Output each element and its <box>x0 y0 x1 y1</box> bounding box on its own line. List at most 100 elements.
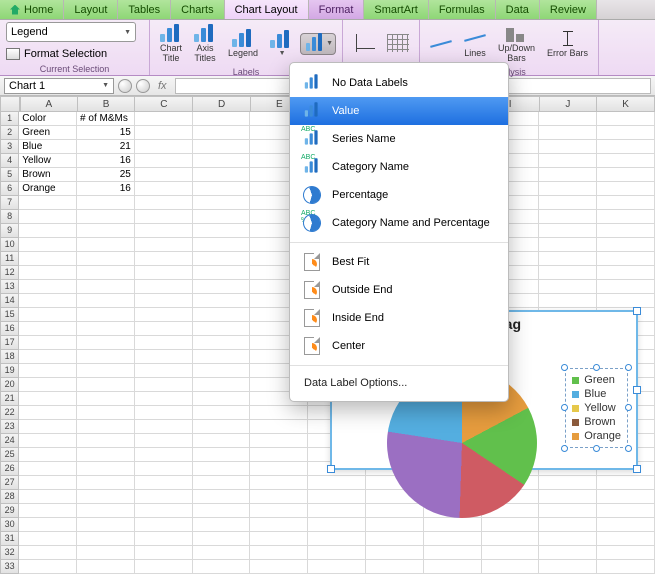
cell[interactable] <box>539 224 597 238</box>
row-header[interactable]: 3 <box>0 140 19 154</box>
column-header[interactable]: K <box>597 96 655 112</box>
cell[interactable] <box>424 518 482 532</box>
cell[interactable] <box>597 140 655 154</box>
cell[interactable] <box>539 168 597 182</box>
legend-item[interactable]: Orange <box>572 429 621 443</box>
menu-category-and-percentage[interactable]: ABC % Category Name and Percentage <box>290 209 508 237</box>
cell[interactable] <box>193 364 251 378</box>
cell[interactable] <box>193 490 251 504</box>
cell[interactable] <box>250 476 308 490</box>
column-header[interactable]: C <box>135 96 193 112</box>
cell[interactable] <box>19 476 77 490</box>
cell[interactable] <box>539 266 597 280</box>
cell[interactable] <box>193 126 251 140</box>
row-header[interactable]: 26 <box>0 462 19 476</box>
cell[interactable] <box>193 378 251 392</box>
cell[interactable]: # of M&Ms <box>77 112 135 126</box>
cell[interactable] <box>193 196 251 210</box>
cell[interactable] <box>597 280 655 294</box>
cell[interactable] <box>597 154 655 168</box>
cell[interactable] <box>250 518 308 532</box>
cell[interactable] <box>19 434 77 448</box>
cell[interactable] <box>193 280 251 294</box>
fx-icon[interactable]: fx <box>158 80 167 92</box>
cell[interactable] <box>19 392 77 406</box>
menu-category-name[interactable]: ABC Category Name <box>290 153 508 181</box>
row-header[interactable]: 9 <box>0 224 19 238</box>
cell[interactable] <box>135 518 193 532</box>
cell[interactable] <box>539 532 597 546</box>
cell[interactable] <box>135 168 193 182</box>
resize-handle[interactable] <box>625 364 632 371</box>
row-header[interactable]: 29 <box>0 504 19 518</box>
cell[interactable] <box>597 294 655 308</box>
cell[interactable] <box>193 210 251 224</box>
resize-handle[interactable] <box>561 364 568 371</box>
menu-percentage[interactable]: Percentage <box>290 181 508 209</box>
legend-item[interactable]: Green <box>572 373 621 387</box>
column-header[interactable]: B <box>78 96 136 112</box>
cell[interactable] <box>193 252 251 266</box>
axis-titles-button[interactable]: AxisTitles <box>190 22 220 66</box>
row-header[interactable]: 22 <box>0 406 19 420</box>
cell[interactable] <box>77 350 135 364</box>
cell[interactable] <box>135 322 193 336</box>
row-header[interactable]: 2 <box>0 126 19 140</box>
cell[interactable] <box>77 434 135 448</box>
chart-element-selector[interactable]: Legend ▼ <box>6 22 136 42</box>
cell[interactable] <box>135 154 193 168</box>
cell[interactable] <box>193 406 251 420</box>
cell[interactable] <box>597 224 655 238</box>
cell[interactable] <box>250 420 308 434</box>
cell[interactable] <box>135 462 193 476</box>
cell[interactable] <box>482 532 540 546</box>
cell[interactable] <box>308 518 366 532</box>
cell[interactable] <box>424 532 482 546</box>
cell[interactable] <box>77 210 135 224</box>
menu-best-fit[interactable]: Best Fit <box>290 248 508 276</box>
cell[interactable] <box>77 252 135 266</box>
accept-formula-button[interactable] <box>136 79 150 93</box>
cell[interactable] <box>77 378 135 392</box>
tab-format[interactable]: Format <box>309 0 365 19</box>
cell[interactable] <box>366 532 424 546</box>
cell[interactable] <box>597 112 655 126</box>
cell[interactable] <box>366 560 424 574</box>
cell[interactable] <box>19 350 77 364</box>
resize-handle[interactable] <box>561 404 568 411</box>
cell[interactable] <box>193 434 251 448</box>
cell[interactable] <box>597 252 655 266</box>
cell[interactable] <box>135 392 193 406</box>
cell[interactable] <box>77 280 135 294</box>
resize-handle[interactable] <box>561 445 568 452</box>
cell[interactable]: Orange <box>19 182 77 196</box>
menu-no-data-labels[interactable]: No Data Labels <box>290 69 508 97</box>
cell[interactable] <box>424 546 482 560</box>
column-header[interactable]: J <box>540 96 598 112</box>
cell[interactable] <box>250 462 308 476</box>
menu-value[interactable]: Value <box>290 97 508 125</box>
cell[interactable] <box>135 364 193 378</box>
cell[interactable] <box>135 210 193 224</box>
cell[interactable] <box>135 476 193 490</box>
cell[interactable] <box>539 294 597 308</box>
cell[interactable] <box>19 504 77 518</box>
legend-button[interactable]: Legend <box>224 27 262 61</box>
cell[interactable] <box>77 504 135 518</box>
cell[interactable] <box>193 546 251 560</box>
cell[interactable] <box>308 504 366 518</box>
legend-item[interactable]: Blue <box>572 387 621 401</box>
cell[interactable]: 15 <box>77 126 135 140</box>
cell[interactable] <box>250 546 308 560</box>
cell[interactable] <box>193 266 251 280</box>
cell[interactable] <box>135 434 193 448</box>
row-header[interactable]: 10 <box>0 238 19 252</box>
cell[interactable] <box>597 168 655 182</box>
cell[interactable] <box>539 238 597 252</box>
cell[interactable] <box>597 126 655 140</box>
cell[interactable] <box>135 112 193 126</box>
cell[interactable] <box>77 546 135 560</box>
cell[interactable] <box>135 490 193 504</box>
cell[interactable] <box>193 322 251 336</box>
cell[interactable] <box>193 308 251 322</box>
